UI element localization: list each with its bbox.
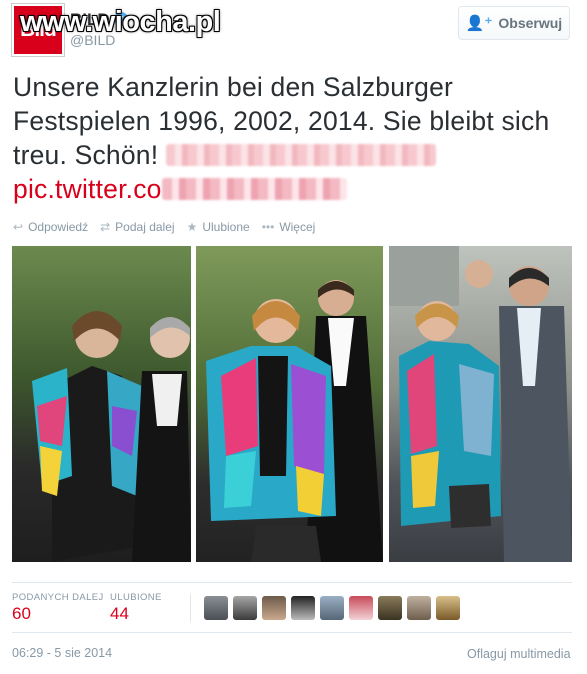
more-label: Więcej — [279, 220, 316, 234]
blurred-hashtags — [165, 144, 436, 166]
flag-media-link[interactable]: Oflaguj multimedia — [467, 647, 571, 661]
photo-2014-illustration — [389, 246, 572, 562]
retweet-action[interactable]: ⇄ Podaj dalej — [100, 220, 174, 234]
reply-action[interactable]: ↩ Odpowiedź — [13, 220, 88, 234]
watermark: www.wiocha.pl — [20, 6, 221, 38]
tweet-timestamp[interactable]: 06:29 - 5 sie 2014 — [12, 646, 112, 660]
favorite-action[interactable]: ★ Ulubione — [187, 220, 250, 234]
avatar[interactable] — [349, 596, 373, 620]
reply-icon: ↩ — [13, 220, 24, 234]
add-user-icon: 👤⁺ — [465, 15, 493, 32]
avatar[interactable] — [291, 596, 315, 620]
blurred-link — [161, 178, 347, 200]
photo-1996-illustration — [32, 311, 191, 562]
media-link[interactable]: pic.twitter.co — [13, 174, 162, 204]
avatar[interactable] — [320, 596, 344, 620]
favorites-count[interactable]: 44 — [110, 604, 129, 624]
tweet-actions: ↩ Odpowiedź ⇄ Podaj dalej ★ Ulubione ••• Wię… — [13, 220, 315, 234]
retweet-label: Podaj dalej — [115, 220, 175, 234]
avatar[interactable] — [262, 596, 286, 620]
tweet-text: Unsere Kanzlerin bei den Salzburger Fest… — [13, 70, 578, 206]
stats-separator — [190, 594, 191, 622]
retweets-count[interactable]: 60 — [12, 604, 31, 624]
tweet-photo-2014[interactable] — [389, 246, 572, 562]
favorite-label: Ulubione — [202, 220, 250, 234]
retweet-icon: ⇄ — [100, 220, 111, 234]
avatar[interactable] — [378, 596, 402, 620]
tweet-photo-2002[interactable] — [196, 246, 383, 562]
tweet-photo-1996[interactable] — [12, 246, 191, 562]
favoriter-avatars — [204, 596, 460, 620]
photo-2002-illustration — [206, 280, 383, 562]
stats-bottom-divider — [12, 632, 572, 633]
follow-button[interactable]: 👤⁺ Obserwuj — [458, 6, 570, 40]
reply-label: Odpowiedź — [28, 220, 89, 234]
avatar[interactable] — [436, 596, 460, 620]
avatar[interactable] — [233, 596, 257, 620]
star-icon: ★ — [186, 220, 198, 234]
more-action[interactable]: ••• Więcej — [262, 220, 316, 234]
avatar[interactable] — [407, 596, 431, 620]
more-icon: ••• — [261, 220, 275, 234]
favorites-label: ULUBIONE — [110, 592, 162, 603]
follow-label: Obserwuj — [498, 15, 563, 31]
avatar[interactable] — [204, 596, 228, 620]
stats-top-divider — [12, 582, 572, 583]
retweets-label: PODANYCH DALEJ — [12, 592, 104, 603]
